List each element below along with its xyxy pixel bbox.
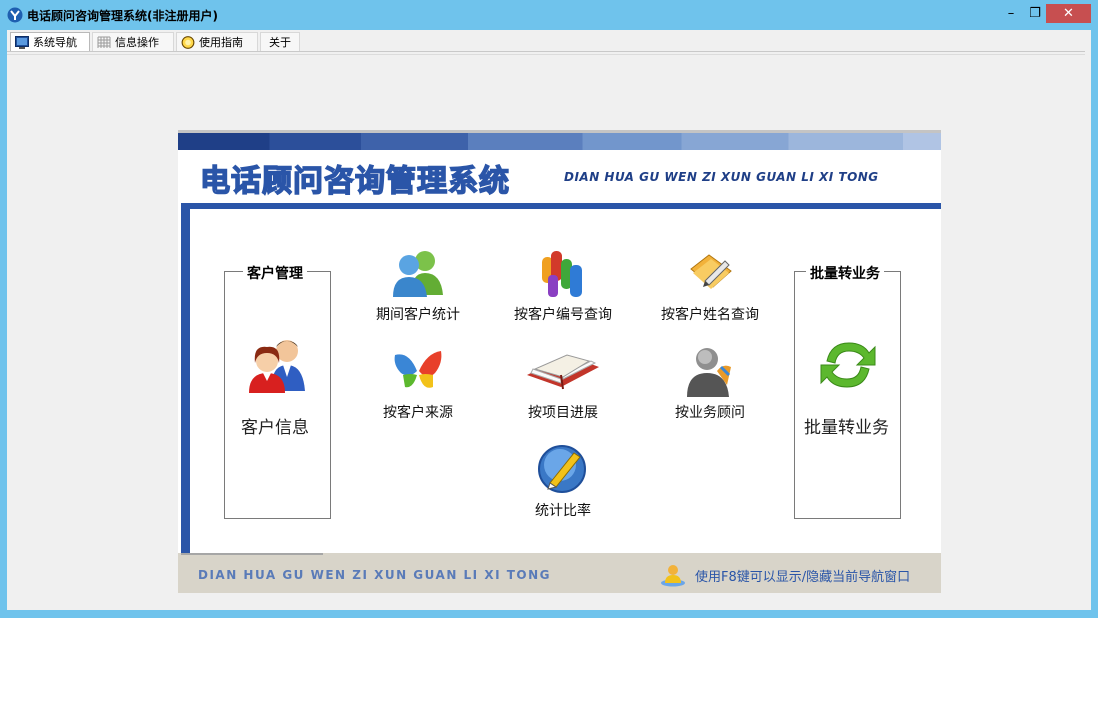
app-window: 电话顾问咨询管理系统(非注册用户) – ❐ ✕ 系统导航 信息操作 使用指南 关… [0, 0, 1098, 618]
tab-divider [7, 51, 1085, 52]
refresh-arrows-icon [820, 342, 876, 388]
tab-system-nav[interactable]: 系统导航 [10, 32, 90, 52]
tab-label: 系统导航 [33, 36, 77, 49]
batch-transfer-group: 批量转业务 批量转业务 [794, 263, 901, 519]
folder-pencil-icon [690, 254, 732, 289]
footer-hint: 使用F8键可以显示/隐藏当前导航窗口 [695, 570, 911, 585]
pencil-circle-icon [538, 445, 586, 493]
monitor-icon [15, 36, 29, 49]
restore-button[interactable]: ❐ [1022, 4, 1048, 24]
tab-label: 信息操作 [115, 36, 159, 49]
banner-title: 电话顾问咨询管理系统 [199, 163, 510, 200]
tab-user-guide[interactable]: 使用指南 [176, 32, 258, 52]
window-title: 电话顾问咨询管理系统(非注册用户) [27, 9, 218, 23]
item-label: 按业务顾问 [675, 405, 745, 421]
tab-divider [7, 54, 1085, 55]
minimize-button[interactable]: – [998, 4, 1024, 24]
item-label: 按项目进展 [528, 405, 598, 421]
customer-couple-icon [249, 340, 305, 393]
customer-info-label: 客户信息 [241, 418, 309, 438]
banner-subtitle: DIAN HUA GU WEN ZI XUN GUAN LI XI TONG [564, 170, 879, 184]
users-icon [393, 251, 443, 297]
batch-transfer-label: 批量转业务 [804, 418, 889, 438]
content-frame-left [181, 203, 190, 553]
item-label: 按客户姓名查询 [661, 307, 759, 323]
title-bar[interactable]: 电话顾问咨询管理系统(非注册用户) – ❐ ✕ [0, 0, 1098, 30]
query-by-customer-name-button[interactable]: 按客户姓名查询 [640, 247, 780, 327]
tab-label: 关于 [269, 36, 291, 49]
by-customer-source-button[interactable]: 按客户来源 [348, 345, 488, 425]
people-group-icon [542, 251, 582, 297]
batch-transfer-button[interactable]: 批量转业务 [795, 327, 900, 438]
customer-management-group: 客户管理 客户信息 [224, 263, 331, 519]
item-label: 按客户来源 [383, 405, 453, 421]
grid-icon [97, 36, 111, 48]
period-customer-stats-button[interactable]: 期间客户统计 [348, 247, 488, 327]
tab-bar: 系统导航 信息操作 使用指南 关于 [7, 30, 1091, 55]
customer-info-button[interactable]: 客户信息 [225, 327, 330, 438]
item-label: 按客户编号查询 [514, 307, 612, 323]
group-title: 客户管理 [243, 263, 307, 283]
query-by-customer-id-button[interactable]: 按客户编号查询 [493, 247, 633, 327]
item-label: 期间客户统计 [376, 307, 460, 323]
open-book-icon [527, 354, 599, 390]
by-project-progress-button[interactable]: 按项目进展 [493, 345, 633, 425]
butterfly-icon [394, 351, 442, 388]
tab-info-ops[interactable]: 信息操作 [92, 32, 174, 52]
content-frame-top [181, 203, 941, 209]
footer-divider [181, 553, 323, 555]
by-business-consultant-button[interactable]: 按业务顾问 [640, 345, 780, 425]
client-area: 系统导航 信息操作 使用指南 关于 电话顾问咨询管理系统 DIAN HUA GU… [7, 30, 1091, 610]
statistics-ratio-button[interactable]: 统计比率 [493, 443, 633, 523]
footer-subtitle: DIAN HUA GU WEN ZI XUN GUAN LI XI TONG [198, 568, 551, 582]
consultant-icon [687, 348, 731, 397]
tab-label: 使用指南 [199, 36, 243, 49]
item-label: 统计比率 [535, 503, 591, 519]
banner-stripe [178, 130, 941, 150]
banner-edge [178, 130, 941, 133]
navigation-panel: 电话顾问咨询管理系统 DIAN HUA GU WEN ZI XUN GUAN L… [178, 130, 941, 593]
group-title: 批量转业务 [806, 263, 884, 283]
app-logo-icon [7, 7, 23, 23]
guide-icon [181, 36, 195, 49]
hint-person-icon [661, 565, 685, 587]
tab-about[interactable]: 关于 [260, 32, 300, 52]
close-button[interactable]: ✕ [1046, 4, 1091, 23]
